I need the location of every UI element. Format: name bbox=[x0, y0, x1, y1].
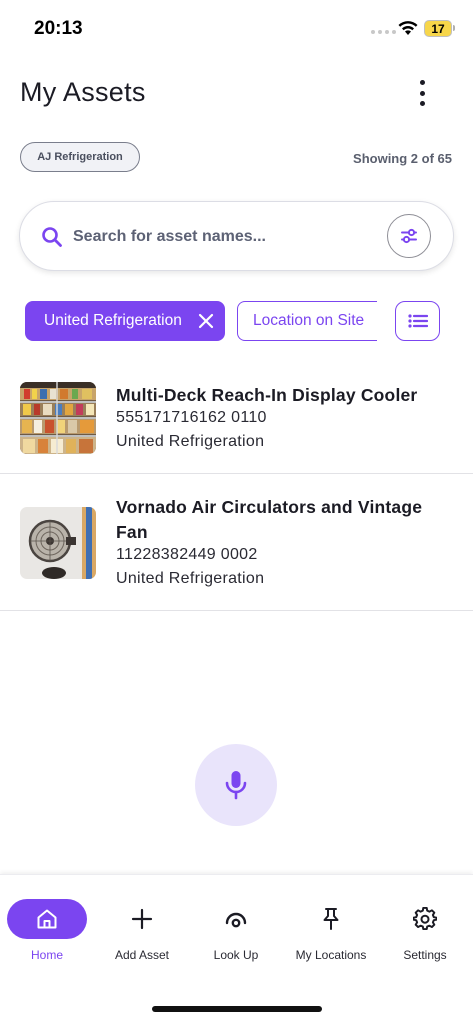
look-up-icon bbox=[225, 912, 247, 928]
bottom-tab-bar: Home Add Asset Look Up My Locations Sett… bbox=[0, 874, 473, 1025]
search-input[interactable] bbox=[73, 225, 373, 249]
close-icon[interactable] bbox=[197, 312, 215, 330]
plus-icon bbox=[131, 908, 153, 930]
tab-label: Add Asset bbox=[114, 948, 170, 962]
tab-label: My Locations bbox=[295, 948, 367, 962]
tab-settings[interactable]: Settings bbox=[385, 875, 465, 965]
location-filter-chip[interactable]: Location on Site bbox=[237, 301, 377, 341]
page-title: My Assets bbox=[20, 77, 146, 107]
tab-my-locations[interactable]: My Locations bbox=[291, 875, 371, 965]
asset-list-item[interactable]: Multi-Deck Reach-In Display Cooler 55517… bbox=[0, 363, 473, 474]
tab-label: Settings bbox=[403, 948, 447, 962]
home-indicator bbox=[152, 1006, 322, 1012]
microphone-icon bbox=[225, 771, 247, 800]
status-bar: 20:13 17 bbox=[0, 0, 473, 54]
asset-list-item[interactable]: Vornado Air Circulators and Vintage Fan … bbox=[0, 474, 473, 611]
asset-serial: 11228382449 0002 bbox=[116, 546, 258, 563]
list-icon bbox=[407, 314, 428, 328]
tab-add-asset[interactable]: Add Asset bbox=[102, 875, 182, 965]
location-filter-label: Location on Site bbox=[253, 312, 365, 329]
result-count: Showing 2 of 65 bbox=[353, 151, 452, 166]
filter-settings-button[interactable] bbox=[387, 214, 431, 258]
asset-manufacturer: United Refrigeration bbox=[116, 433, 265, 450]
manufacturer-filter-label: United Refrigeration bbox=[44, 312, 182, 329]
home-tab-pill bbox=[7, 899, 87, 939]
voice-search-button[interactable] bbox=[195, 744, 277, 826]
asset-serial: 555171716162 0110 bbox=[116, 409, 267, 426]
company-chip[interactable]: AJ Refrigeration bbox=[20, 142, 140, 172]
asset-name: Multi-Deck Reach-In Display Cooler bbox=[116, 385, 418, 405]
more-options-button[interactable] bbox=[410, 80, 434, 106]
search-icon bbox=[42, 227, 62, 247]
wifi-icon bbox=[398, 21, 418, 35]
asset-thumbnail bbox=[20, 382, 96, 454]
tab-home[interactable]: Home bbox=[7, 875, 87, 965]
asset-thumbnail bbox=[20, 507, 96, 579]
battery-tip bbox=[453, 25, 455, 31]
tab-look-up[interactable]: Look Up bbox=[196, 875, 276, 965]
manufacturer-filter-chip[interactable]: United Refrigeration bbox=[25, 301, 225, 341]
status-time: 20:13 bbox=[34, 18, 83, 39]
battery-icon: 17 bbox=[424, 20, 452, 37]
sliders-icon bbox=[401, 228, 417, 244]
tab-label: Look Up bbox=[213, 948, 259, 962]
gear-icon bbox=[413, 907, 437, 931]
list-view-button[interactable] bbox=[395, 301, 440, 341]
pin-icon bbox=[323, 908, 339, 930]
tab-label: Home bbox=[30, 948, 63, 962]
search-bar bbox=[19, 201, 454, 271]
signal-dots-icon bbox=[371, 30, 396, 34]
asset-name: Vornado Air Circulators and Vintage Fan bbox=[116, 497, 423, 542]
home-icon bbox=[37, 909, 57, 929]
asset-manufacturer: United Refrigeration bbox=[116, 570, 265, 587]
